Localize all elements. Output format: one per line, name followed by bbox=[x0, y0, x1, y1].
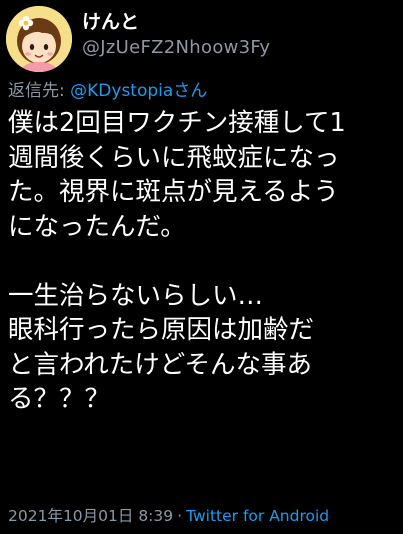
user-names: けんと @JzUeFZ2Nhoow3Fy bbox=[82, 10, 270, 60]
display-name[interactable]: けんと bbox=[82, 10, 270, 34]
tweet-line: る？？？ bbox=[8, 384, 111, 414]
tweet-line: 僕は2回目ワクチン接種して1 bbox=[8, 108, 346, 138]
cartoon-avatar-icon bbox=[6, 6, 72, 72]
tweet-source-link[interactable]: Twitter for Android bbox=[186, 507, 329, 525]
tweet-text: 僕は2回目ワクチン接種して1 週間後くらいに飛蚊症になっ た。視界に斑点が見える… bbox=[8, 106, 400, 417]
tweet-line: になったんだ。 bbox=[8, 211, 186, 242]
tweet-line: 週間後くらいに飛蚊症になっ bbox=[8, 142, 340, 173]
reply-to-prefix: 返信先: bbox=[8, 81, 71, 101]
avatar[interactable] bbox=[6, 6, 72, 72]
reply-mention-link[interactable]: @KDystopiaさん bbox=[70, 81, 207, 101]
tweet-line: と言われたけどそんな事あ bbox=[8, 349, 312, 380]
tweet-timestamp[interactable]: 2021年10月01日 8:39 bbox=[8, 507, 173, 525]
tweet-footer: 2021年10月01日 8:39 · Twitter for Android bbox=[8, 505, 329, 527]
tweet-line: 眼科行ったら原因は加齢だ bbox=[8, 315, 315, 345]
tweet-card: けんと @JzUeFZ2Nhoow3Fy 返信先: @KDystopiaさん 僕… bbox=[0, 0, 403, 534]
footer-separator: · bbox=[177, 507, 183, 525]
reply-to-line: 返信先: @KDystopiaさん bbox=[8, 80, 207, 102]
user-handle[interactable]: @JzUeFZ2Nhoow3Fy bbox=[82, 36, 270, 60]
tweet-line: た。視界に斑点が見えるよう bbox=[8, 177, 339, 207]
tweet-line: 一生治らないらしい… bbox=[8, 280, 264, 311]
tweet-header: けんと @JzUeFZ2Nhoow3Fy bbox=[6, 6, 396, 76]
